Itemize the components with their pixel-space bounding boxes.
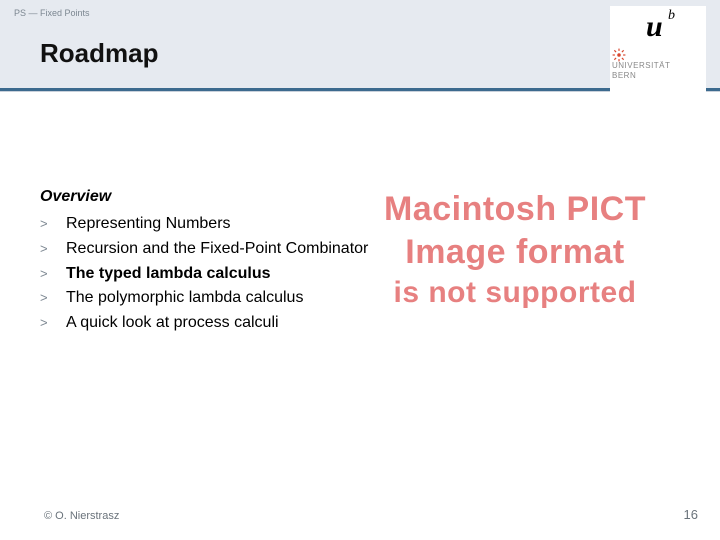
bullet-icon: > [40,239,66,259]
list-item-text: The typed lambda calculus [66,262,271,287]
logo-u-glyph: u [646,10,663,44]
page-title: Roadmap [40,38,158,69]
page-number: 16 [684,507,698,522]
list-item: > The typed lambda calculus [40,262,680,287]
list-item-text: Recursion and the Fixed-Point Combinator [66,237,368,262]
sun-icon [612,48,626,62]
list-item: > A quick look at process calculi [40,311,680,336]
list-item: > The polymorphic lambda calculus [40,286,680,311]
body: Overview > Representing Numbers > Recurs… [40,188,680,336]
overview-list: > Representing Numbers > Recursion and t… [40,212,680,336]
bullet-icon: > [40,264,66,284]
overview-heading: Overview [40,188,680,206]
logo-b-glyph: b [668,8,675,24]
list-item: > Representing Numbers [40,212,680,237]
header: PS — Fixed Points Roadmap u b [0,0,720,90]
logo-text-line1: UNIVERSITÄT [612,61,670,70]
logo-text-line2: BERN [612,71,636,80]
bullet-icon: > [40,214,66,234]
list-item-text: A quick look at process calculi [66,311,279,336]
breadcrumb: PS — Fixed Points [14,8,90,18]
list-item: > Recursion and the Fixed-Point Combinat… [40,237,680,262]
list-item-text: The polymorphic lambda calculus [66,286,303,311]
list-item-text: Representing Numbers [66,212,231,237]
bullet-icon: > [40,288,66,308]
slide: PS — Fixed Points Roadmap u b [0,0,720,540]
bullet-icon: > [40,313,66,333]
footer-author: © O. Nierstrasz [44,510,119,522]
university-logo: u b UNIVERSITÄT [610,6,706,96]
